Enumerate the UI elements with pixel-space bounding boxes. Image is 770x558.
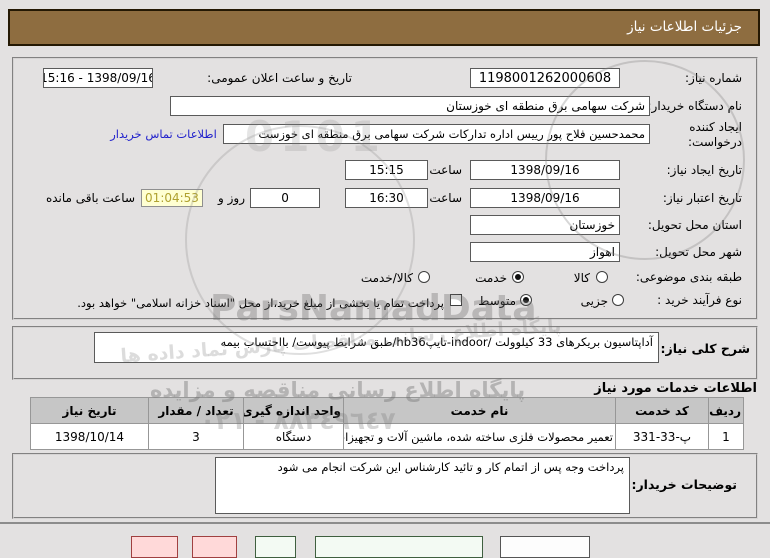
create-date-field[interactable]: 1398/09/16 bbox=[470, 160, 620, 180]
col-row-number: ردیف bbox=[708, 397, 744, 424]
request-creator-label-line2: درخواست: bbox=[688, 135, 742, 149]
col-service-name: نام خدمت bbox=[343, 397, 616, 424]
remaining-countdown: 01:04:53 bbox=[141, 189, 203, 207]
cell-service-code: پ-33-331 bbox=[615, 423, 709, 450]
buyer-notes-label: توضیحات خریدار: bbox=[631, 477, 737, 492]
request-creator-field[interactable]: محمدحسین فلاح پور رییس اداره تدارکات شرک… bbox=[223, 124, 650, 144]
process-radio-medium[interactable] bbox=[520, 294, 532, 306]
services-header: اطلاعات خدمات مورد نیاز bbox=[594, 381, 757, 396]
need-number-field[interactable]: 1198001262000608 bbox=[470, 68, 620, 88]
valid-date-label: تاریخ اعتبار نیاز: bbox=[662, 191, 742, 205]
valid-date-field[interactable]: 1398/09/16 bbox=[470, 188, 620, 208]
category-radio-goods[interactable] bbox=[596, 271, 608, 283]
description-label: شرح کلی نیاز: bbox=[660, 341, 750, 356]
category-option-goods-label: کالا bbox=[573, 271, 590, 285]
province-field[interactable]: خوزستان bbox=[470, 215, 620, 235]
treasury-checkbox[interactable] bbox=[450, 294, 462, 306]
category-option-goods-service-label: کالا/خدمت bbox=[360, 271, 413, 285]
action-button-2[interactable] bbox=[192, 536, 237, 558]
col-unit: واحد اندازه گیری bbox=[243, 397, 344, 424]
process-option-medium-label: متوسط bbox=[478, 294, 516, 308]
footer-divider bbox=[0, 522, 770, 524]
request-creator-label-line1: ایجاد کننده bbox=[689, 120, 742, 134]
buyer-contact-link[interactable]: اطلاعات تماس خریدار bbox=[110, 127, 217, 141]
buyer-org-field[interactable]: شرکت سهامی برق منطقه ای خوزستان bbox=[170, 96, 650, 116]
province-label: استان محل تحویل: bbox=[647, 218, 742, 232]
city-field[interactable]: اهواز bbox=[470, 242, 620, 262]
need-number-label: شماره نیاز: bbox=[685, 71, 742, 85]
cell-quantity: 3 bbox=[148, 423, 244, 450]
buyer-org-label: نام دستگاه خریدار: bbox=[647, 99, 743, 113]
category-radio-goods-service[interactable] bbox=[418, 271, 430, 283]
category-option-service-label: خدمت bbox=[475, 271, 507, 285]
cell-need-date: 1398/10/14 bbox=[30, 423, 149, 450]
create-hour-label: ساعت bbox=[429, 163, 462, 177]
valid-hour-label: ساعت bbox=[429, 191, 462, 205]
process-option-minor-label: جزیی bbox=[580, 294, 608, 308]
category-radio-service[interactable] bbox=[512, 271, 524, 283]
action-button-3[interactable] bbox=[255, 536, 296, 558]
services-table-header-row: ردیف کد خدمت نام خدمت واحد اندازه گیری ت… bbox=[30, 397, 744, 424]
table-row: 1 پ-33-331 تعمیر محصولات فلزی ساخته شده،… bbox=[30, 423, 744, 450]
action-button-1[interactable] bbox=[131, 536, 178, 558]
process-radio-minor[interactable] bbox=[612, 294, 624, 306]
need-details-page: { "page": { "title_bar": "جزئیات اطلاعات… bbox=[0, 0, 770, 558]
page-title: جزئیات اطلاعات نیاز bbox=[8, 9, 760, 46]
valid-time-field[interactable]: 16:30 bbox=[345, 188, 428, 208]
remaining-days-field[interactable]: 0 bbox=[250, 188, 320, 208]
announce-datetime-field[interactable]: 1398/09/16 - 15:16 bbox=[43, 68, 153, 88]
create-time-field[interactable]: 15:15 bbox=[345, 160, 428, 180]
remaining-days-label: روز و bbox=[218, 191, 245, 205]
col-quantity: تعداد / مقدار bbox=[148, 397, 244, 424]
services-table: ردیف کد خدمت نام خدمت واحد اندازه گیری ت… bbox=[30, 397, 744, 450]
cell-unit: دستگاه bbox=[243, 423, 344, 450]
col-service-code: کد خدمت bbox=[615, 397, 709, 424]
cell-service-name: تعمیر محصولات فلزی ساخته شده، ماشین آلات… bbox=[343, 423, 616, 450]
cell-row-number: 1 bbox=[708, 423, 744, 450]
description-field[interactable]: آداپتاسیون بریکرهای 33 کیلوولت /indoor-ت… bbox=[94, 332, 659, 363]
category-label: طبقه بندی موضوعی: bbox=[635, 270, 742, 284]
process-type-label: نوع فرآیند خرید : bbox=[657, 293, 742, 307]
city-label: شهر محل تحویل: bbox=[655, 245, 742, 259]
remaining-suffix-label: ساعت باقی مانده bbox=[45, 191, 135, 205]
action-button-5[interactable] bbox=[500, 536, 590, 558]
col-need-date: تاریخ نیاز bbox=[30, 397, 149, 424]
announce-datetime-label: تاریخ و ساعت اعلان عمومی: bbox=[207, 71, 352, 85]
create-date-label: تاریخ ایجاد نیاز: bbox=[666, 163, 742, 177]
buyer-notes-field[interactable]: پرداخت وجه پس از اتمام کار و تائید کارشن… bbox=[215, 457, 630, 514]
action-button-4[interactable] bbox=[315, 536, 483, 558]
treasury-checkbox-label: پرداخت تمام یا بخشی از مبلغ خرید،از محل … bbox=[77, 296, 444, 310]
